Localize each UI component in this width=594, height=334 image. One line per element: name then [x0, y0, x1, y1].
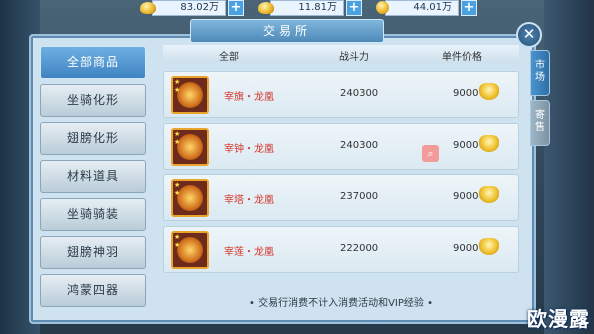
currency-silver: 11.81万 + [258, 0, 362, 16]
currency-coin: 44.01万 + [376, 0, 477, 16]
gold-ingot-icon [479, 238, 499, 255]
star-icon: ★ [174, 86, 181, 94]
currency-bar: 83.02万 + 11.81万 + 44.01万 + [140, 0, 477, 17]
star-icon: ★ [174, 189, 181, 197]
background-right [544, 0, 594, 334]
lotus-icon [177, 237, 203, 263]
gold-ingot-icon [479, 135, 499, 152]
category-mount-gear[interactable]: 坐骑骑装 [40, 198, 146, 231]
item-name: 宰旗・龙凰 [224, 92, 274, 103]
add-currency-button[interactable]: + [346, 0, 362, 16]
star-icon: ★ [174, 181, 181, 189]
close-icon: ✕ [522, 25, 536, 43]
item-price: 9000 [453, 140, 479, 151]
item-row[interactable]: ★ ★ 宰旗・龙凰 240300 9000 [163, 71, 519, 118]
item-power: 222000 [340, 243, 379, 254]
header-price: 单件价格 [442, 52, 482, 63]
star-icon: ★ [174, 130, 181, 138]
star-icon: ★ [174, 241, 181, 249]
item-icon: ★ ★ [171, 76, 209, 114]
star-icon: ★ [174, 138, 181, 146]
item-power: 240300 [340, 88, 379, 99]
window-title: 交易所 [190, 19, 384, 43]
footer-note: • 交易行消费不计入消费活动和VIP经验 • [249, 298, 433, 309]
category-all-items[interactable]: 全部商品 [40, 46, 146, 79]
currency-gold: 83.02万 + [140, 0, 244, 16]
category-materials[interactable]: 材料道具 [40, 160, 146, 193]
table-header: 全部 战斗力 单件价格 [163, 45, 519, 63]
item-row[interactable]: ★ ★ 宰莲・龙凰 222000 9000 [163, 226, 519, 273]
item-row[interactable]: ★ ★ 宰塔・龙凰 237000 9000 [163, 174, 519, 221]
category-hongmeng[interactable]: 鸿蒙四器 [40, 274, 146, 307]
item-icon: ★ ★ [171, 231, 209, 269]
tab-consign[interactable]: 寄 售 [530, 100, 550, 146]
item-power: 240300 [340, 140, 379, 151]
flag-icon [177, 82, 203, 108]
item-row[interactable]: ★ ★ 宰钟・龙凰 240300 9000 [163, 123, 519, 170]
header-power: 战斗力 [339, 52, 369, 63]
header-all[interactable]: 全部 [219, 48, 239, 63]
category-wing-feather[interactable]: 翅膀神羽 [40, 236, 146, 269]
pagoda-icon [177, 185, 203, 211]
close-button[interactable]: ✕ [516, 22, 542, 48]
tab-market[interactable]: 市 场 [530, 50, 550, 96]
item-name: 宰莲・龙凰 [224, 247, 274, 258]
gold-ingot-icon [479, 186, 499, 203]
category-wing-skin[interactable]: 翅膀化形 [40, 122, 146, 155]
watermark-logo: 欧漫露 [527, 307, 590, 331]
category-mount-skin[interactable]: 坐骑化形 [40, 84, 146, 117]
item-icon: ★ ★ [171, 128, 209, 166]
currency-value: 11.81万 [270, 0, 344, 16]
add-currency-button[interactable]: + [461, 0, 477, 16]
item-price: 9000 [453, 88, 479, 99]
add-currency-button[interactable]: + [228, 0, 244, 16]
gold-ingot-icon [479, 83, 499, 100]
item-name: 宰钟・龙凰 [224, 144, 274, 155]
gold-ingot-icon [140, 1, 156, 14]
coin-icon [376, 1, 389, 14]
item-icon: ★ ★ [171, 179, 209, 217]
bell-icon [177, 134, 203, 160]
currency-value: 83.02万 [152, 0, 226, 16]
item-price: 9000 [453, 191, 479, 202]
category-list: 全部商品 坐骑化形 翅膀化形 材料道具 坐骑骑装 翅膀神羽 鸿蒙四器 [40, 46, 148, 312]
star-icon: ★ [174, 78, 181, 86]
item-price: 9000 [453, 243, 479, 254]
item-power: 237000 [340, 191, 379, 202]
currency-value: 44.01万 [385, 0, 459, 16]
star-icon: ★ [174, 233, 181, 241]
search-icon[interactable]: ⌕ [422, 145, 439, 162]
silver-ingot-icon [258, 1, 274, 14]
item-name: 宰塔・龙凰 [224, 195, 274, 206]
